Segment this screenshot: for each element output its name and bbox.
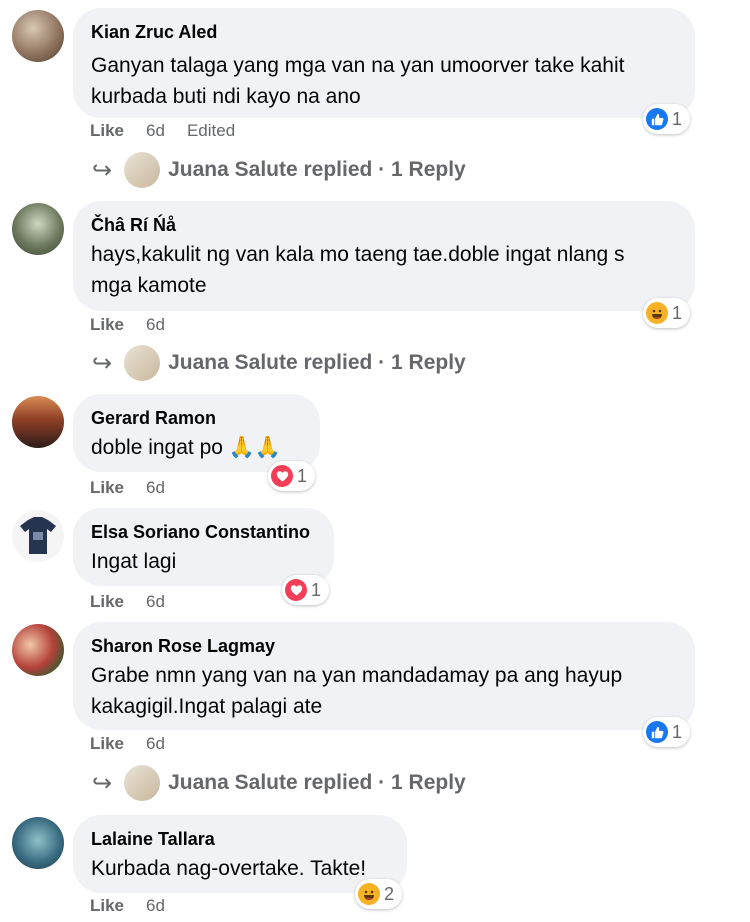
edited-label[interactable]: Edited [187, 121, 235, 140]
reply-arrow-icon: ↪ [92, 769, 113, 797]
reaction-count: 2 [384, 883, 395, 904]
commenter-name[interactable]: Elsa Soriano Constantino [91, 522, 310, 543]
avatar[interactable] [12, 10, 64, 62]
like-button[interactable]: Like [90, 592, 124, 611]
comment-actions: Like 6d [90, 315, 187, 335]
comment-text: Ganyan talaga yang mga van na yan umoorv… [91, 54, 625, 77]
comment-text: hays,kakulit ng van kala mo taeng tae.do… [91, 243, 625, 266]
commenter-name[interactable]: Sharon Rose Lagmay [91, 636, 275, 657]
like-reaction-icon [646, 721, 668, 743]
comment-text: mga kamote [91, 274, 207, 297]
comment-bubble: Sharon Rose Lagmay Grabe nmn yang van na… [73, 622, 695, 730]
comment-bubble: Čhâ Rí Ńå hays,kakulit ng van kala mo ta… [73, 201, 695, 311]
comment-text: Grabe nmn yang van na yan mandadamay pa … [91, 664, 623, 687]
replier-avatar [124, 345, 161, 381]
reply-arrow-icon: ↪ [92, 156, 113, 184]
comment-text: Ingat lagi [91, 550, 177, 573]
reply-arrow-icon: ↪ [92, 349, 113, 377]
haha-reaction-icon [358, 883, 380, 905]
reaction-count: 1 [672, 721, 683, 742]
love-reaction-icon [285, 579, 307, 601]
timestamp[interactable]: 6d [146, 478, 165, 497]
avatar[interactable] [12, 817, 64, 869]
timestamp[interactable]: 6d [146, 734, 165, 753]
comment-text: kurbada buti ndi kayo na ano [91, 85, 361, 108]
replies-text[interactable]: Juana Salute replied · 1 Reply [168, 771, 466, 795]
like-button[interactable]: Like [90, 734, 124, 753]
comment-bubble: Kian Zruc Aled Ganyan talaga yang mga va… [73, 8, 695, 118]
replies-text[interactable]: Juana Salute replied · 1 Reply [168, 158, 466, 182]
avatar[interactable] [12, 510, 64, 562]
view-replies[interactable]: ↪ Juana Salute replied · 1 Reply [92, 345, 466, 381]
commenter-name[interactable]: Lalaine Tallara [91, 829, 215, 850]
comment-text: Kurbada nag-overtake. Takte! [91, 857, 367, 880]
avatar[interactable] [12, 624, 64, 676]
reaction-summary[interactable]: 2 [355, 879, 403, 909]
avatar[interactable] [12, 396, 64, 448]
comment-actions: Like 6d Edited [90, 121, 257, 141]
comment-text: doble ingat po 🙏🙏 [91, 436, 282, 459]
reaction-summary[interactable]: 1 [268, 461, 316, 491]
comment-text: kakagigil.Ingat palagi ate [91, 695, 323, 718]
timestamp[interactable]: 6d [146, 121, 165, 140]
view-replies[interactable]: ↪ Juana Salute replied · 1 Reply [92, 765, 466, 801]
like-button[interactable]: Like [90, 121, 124, 140]
replier-avatar [124, 765, 161, 801]
commenter-name[interactable]: Gerard Ramon [91, 408, 216, 429]
reaction-count: 1 [672, 302, 683, 323]
timestamp[interactable]: 6d [146, 315, 165, 334]
haha-reaction-icon [646, 302, 668, 324]
timestamp[interactable]: 6d [146, 592, 165, 611]
comment-actions: Like 6d [90, 734, 187, 754]
commenter-name[interactable]: Kian Zruc Aled [91, 22, 217, 43]
reaction-summary[interactable]: 1 [282, 575, 330, 605]
reaction-summary[interactable]: 1 [643, 298, 691, 328]
replies-text[interactable]: Juana Salute replied · 1 Reply [168, 351, 466, 375]
love-reaction-icon [271, 465, 293, 487]
reaction-count: 1 [297, 465, 308, 486]
reaction-summary[interactable]: 1 [643, 104, 691, 134]
view-replies[interactable]: ↪ Juana Salute replied · 1 Reply [92, 152, 466, 188]
like-button[interactable]: Like [90, 315, 124, 334]
comment-actions: Like 6d [90, 592, 187, 612]
tshirt-icon [20, 517, 56, 554]
avatar[interactable] [12, 203, 64, 255]
timestamp[interactable]: 6d [146, 896, 165, 915]
comment-actions: Like 6d [90, 478, 187, 498]
like-reaction-icon [646, 108, 668, 130]
commenter-name[interactable]: Čhâ Rí Ńå [91, 215, 176, 236]
replier-avatar [124, 152, 161, 188]
comment-bubble: Lalaine Tallara Kurbada nag-overtake. Ta… [73, 815, 407, 893]
like-button[interactable]: Like [90, 478, 124, 497]
reaction-count: 1 [311, 579, 322, 600]
reaction-summary[interactable]: 1 [643, 717, 691, 747]
reaction-count: 1 [672, 108, 683, 129]
like-button[interactable]: Like [90, 896, 124, 915]
comment-actions: Like 6d [90, 896, 187, 916]
